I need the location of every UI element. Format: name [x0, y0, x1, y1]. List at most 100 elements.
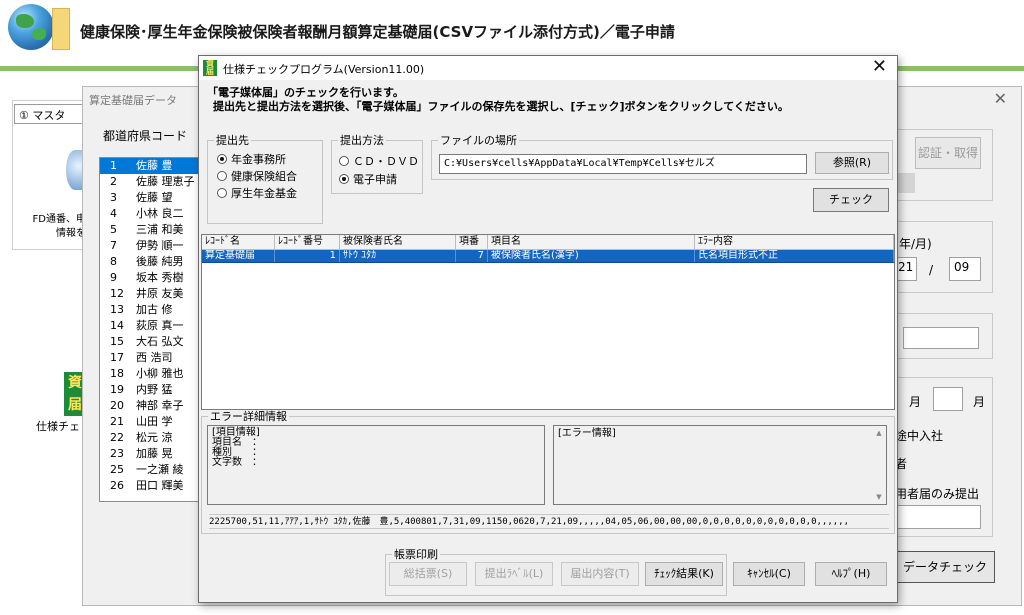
radio-button[interactable] — [217, 154, 227, 164]
list-item-no: 25 — [110, 463, 124, 476]
list-item-no: 1 — [110, 159, 117, 172]
col-item-name[interactable]: 項目名 — [488, 235, 695, 249]
check-button[interactable]: チェック — [813, 188, 889, 212]
cell-item-no: 7 — [456, 250, 488, 262]
list-item[interactable]: 25 一之瀬 綾 — [100, 462, 198, 478]
app-title: 健康保険･厚生年金保険被保険者報酬月額算定基礎届(CSVファイル添付方式)／電子… — [80, 23, 675, 41]
list-item[interactable]: 2 佐藤 理恵子 — [100, 174, 198, 190]
list-item-name: 内野 猛 — [136, 383, 173, 396]
radio-button[interactable] — [339, 156, 349, 166]
month-input[interactable]: 09 — [949, 257, 981, 281]
text-field[interactable] — [903, 327, 979, 349]
list-item[interactable]: 26 田口 輝美 — [100, 478, 198, 494]
close-icon[interactable]: ✕ — [994, 89, 1007, 108]
list-item[interactable]: 13 加古 修 — [100, 302, 198, 318]
auth-button[interactable]: 認証・取得 — [915, 137, 981, 169]
list-item-no: 3 — [110, 191, 117, 204]
list-item[interactable]: 7 伊勢 順一 — [100, 238, 198, 254]
list-item[interactable]: 3 佐藤 望 — [100, 190, 198, 206]
list-item-no: 15 — [110, 335, 124, 348]
globe-icon — [8, 4, 54, 50]
cancel-button[interactable]: ｷｬﾝｾﾙ(C) — [733, 562, 805, 586]
list-item-no: 5 — [110, 223, 117, 236]
radio-health-union[interactable]: 健康保険組合 — [217, 170, 297, 184]
table-row[interactable]: 算定基礎届 1 ｻﾄｳ ﾕﾀｶ 7 被保険者氏名(漢字) 氏名項目形式不正 — [202, 250, 894, 263]
list-item[interactable]: 23 加藤 晃 — [100, 446, 198, 462]
list-item[interactable]: 1 佐藤 豊 — [100, 158, 198, 174]
list-item-name: 荻原 真一 — [136, 319, 184, 332]
scroll-up-icon[interactable]: ▲ — [873, 427, 885, 439]
report-content-button[interactable]: 届出内容(T) — [561, 562, 639, 586]
file-path-input[interactable]: C:¥Users¥cells¥AppData¥Local¥Temp¥Cells¥… — [439, 154, 807, 174]
col-record-no[interactable]: ﾚｺｰﾄﾞ番号 — [275, 235, 340, 249]
error-info-title: [エラー情報] — [558, 428, 616, 439]
dialog-titlebar[interactable]: 資届 仕様チェックプログラム(Version11.00) ✕ — [199, 56, 897, 80]
list-item-no: 8 — [110, 255, 117, 268]
col-item-no[interactable]: 項番 — [456, 235, 488, 249]
list-item[interactable]: 9 坂本 秀樹 — [100, 270, 198, 286]
cell-record-no: 1 — [275, 250, 340, 262]
list-item-name: 小林 良二 — [136, 207, 184, 220]
list-item[interactable]: 12 井原 友美 — [100, 286, 198, 302]
scroll-down-icon[interactable]: ▼ — [873, 491, 885, 503]
radio-button[interactable] — [339, 174, 349, 184]
list-item-no: 17 — [110, 351, 124, 364]
month-field[interactable] — [933, 387, 963, 411]
print-legend: 帳票印刷 — [394, 548, 438, 561]
list-item-name: 佐藤 望 — [136, 191, 173, 204]
list-item-no: 14 — [110, 319, 124, 332]
insured-list[interactable]: 1 佐藤 豊 2 佐藤 理恵子 3 佐藤 望 4 小林 良二 5 三浦 和美 7 伊勢 順一 8 後藤 純… — [99, 157, 199, 502]
col-error[interactable]: ｴﾗｰ内容 — [695, 235, 894, 249]
cell-item-name: 被保険者氏名(漢字) — [488, 250, 695, 262]
list-item[interactable]: 17 西 浩司 — [100, 350, 198, 366]
data-check-button[interactable]: データチェック — [895, 551, 995, 583]
col-insured-name[interactable]: 被保険者氏名 — [340, 235, 456, 249]
item-info-box[interactable]: [項目情報] 項目名 ： 種別 ： 文字数 ： — [207, 425, 545, 505]
list-item[interactable]: 14 荻原 真一 — [100, 318, 198, 334]
col-record-name[interactable]: ﾚｺｰﾄﾞ名 — [202, 235, 275, 249]
spec-check-label: 仕様チェッ — [36, 420, 86, 433]
list-item[interactable]: 8 後藤 純男 — [100, 254, 198, 270]
list-item-name: 一之瀬 綾 — [136, 463, 184, 476]
method-legend: 提出方法 — [340, 134, 384, 147]
list-item[interactable]: 19 内野 猛 — [100, 382, 198, 398]
list-item-name: 松元 涼 — [136, 431, 173, 444]
list-item-no: 26 — [110, 479, 124, 492]
list-item[interactable]: 20 神部 幸子 — [100, 398, 198, 414]
radio-button[interactable] — [217, 188, 227, 198]
error-info-box[interactable]: [エラー情報] ▲ ▼ — [553, 425, 887, 505]
submit-to-legend: 提出先 — [216, 134, 249, 147]
folder-icon — [52, 8, 70, 50]
list-item[interactable]: 21 山田 学 — [100, 414, 198, 430]
radio-button[interactable] — [217, 171, 227, 181]
list-item-no: 19 — [110, 383, 124, 396]
submit-field[interactable] — [895, 505, 981, 529]
radio-pension-office[interactable]: 年金事務所 — [217, 153, 286, 167]
submit-label-button[interactable]: 提出ﾗﾍﾞﾙ(L) — [475, 562, 553, 586]
radio-cd-dvd[interactable]: ＣＤ・ＤＶＤ — [339, 155, 419, 169]
list-item-name: 西 浩司 — [136, 351, 173, 364]
list-item[interactable]: 4 小林 良二 — [100, 206, 198, 222]
summary-sheet-button[interactable]: 総括票(S) — [389, 562, 467, 586]
list-item[interactable]: 22 松元 涼 — [100, 430, 198, 446]
scrollbar[interactable]: ▲ ▼ — [873, 427, 885, 503]
browse-button[interactable]: 参照(R) — [815, 152, 889, 174]
help-button[interactable]: ﾍﾙﾌﾟ(H) — [815, 562, 887, 586]
results-grid[interactable]: ﾚｺｰﾄﾞ名 ﾚｺｰﾄﾞ番号 被保険者氏名 項番 項目名 ｴﾗｰ内容 算定基礎届… — [201, 234, 895, 410]
list-item-no: 12 — [110, 287, 124, 300]
error-detail-legend: エラー詳細情報 — [210, 410, 287, 423]
radio-pension-fund[interactable]: 厚生年金基金 — [217, 187, 297, 201]
master-tab[interactable]: ① マスタ — [14, 104, 84, 124]
close-icon[interactable]: ✕ — [872, 57, 887, 77]
list-item-no: 22 — [110, 431, 124, 444]
list-item-no: 20 — [110, 399, 124, 412]
list-item[interactable]: 18 小柳 雅也 — [100, 366, 198, 382]
list-item-name: 佐藤 理恵子 — [136, 175, 195, 188]
list-item[interactable]: 15 大石 弘文 — [100, 334, 198, 350]
check-result-button[interactable]: ﾁｪｯｸ結果(K) — [645, 562, 723, 586]
intro-text: 「電子媒体届」のチェックを行います。 提出先と提出方法を選択後、「電子媒体届」フ… — [207, 86, 789, 113]
list-item-name: 大石 弘文 — [136, 335, 184, 348]
list-item-name: 田口 輝美 — [136, 479, 184, 492]
list-item[interactable]: 5 三浦 和美 — [100, 222, 198, 238]
radio-e-application[interactable]: 電子申請 — [339, 173, 397, 187]
